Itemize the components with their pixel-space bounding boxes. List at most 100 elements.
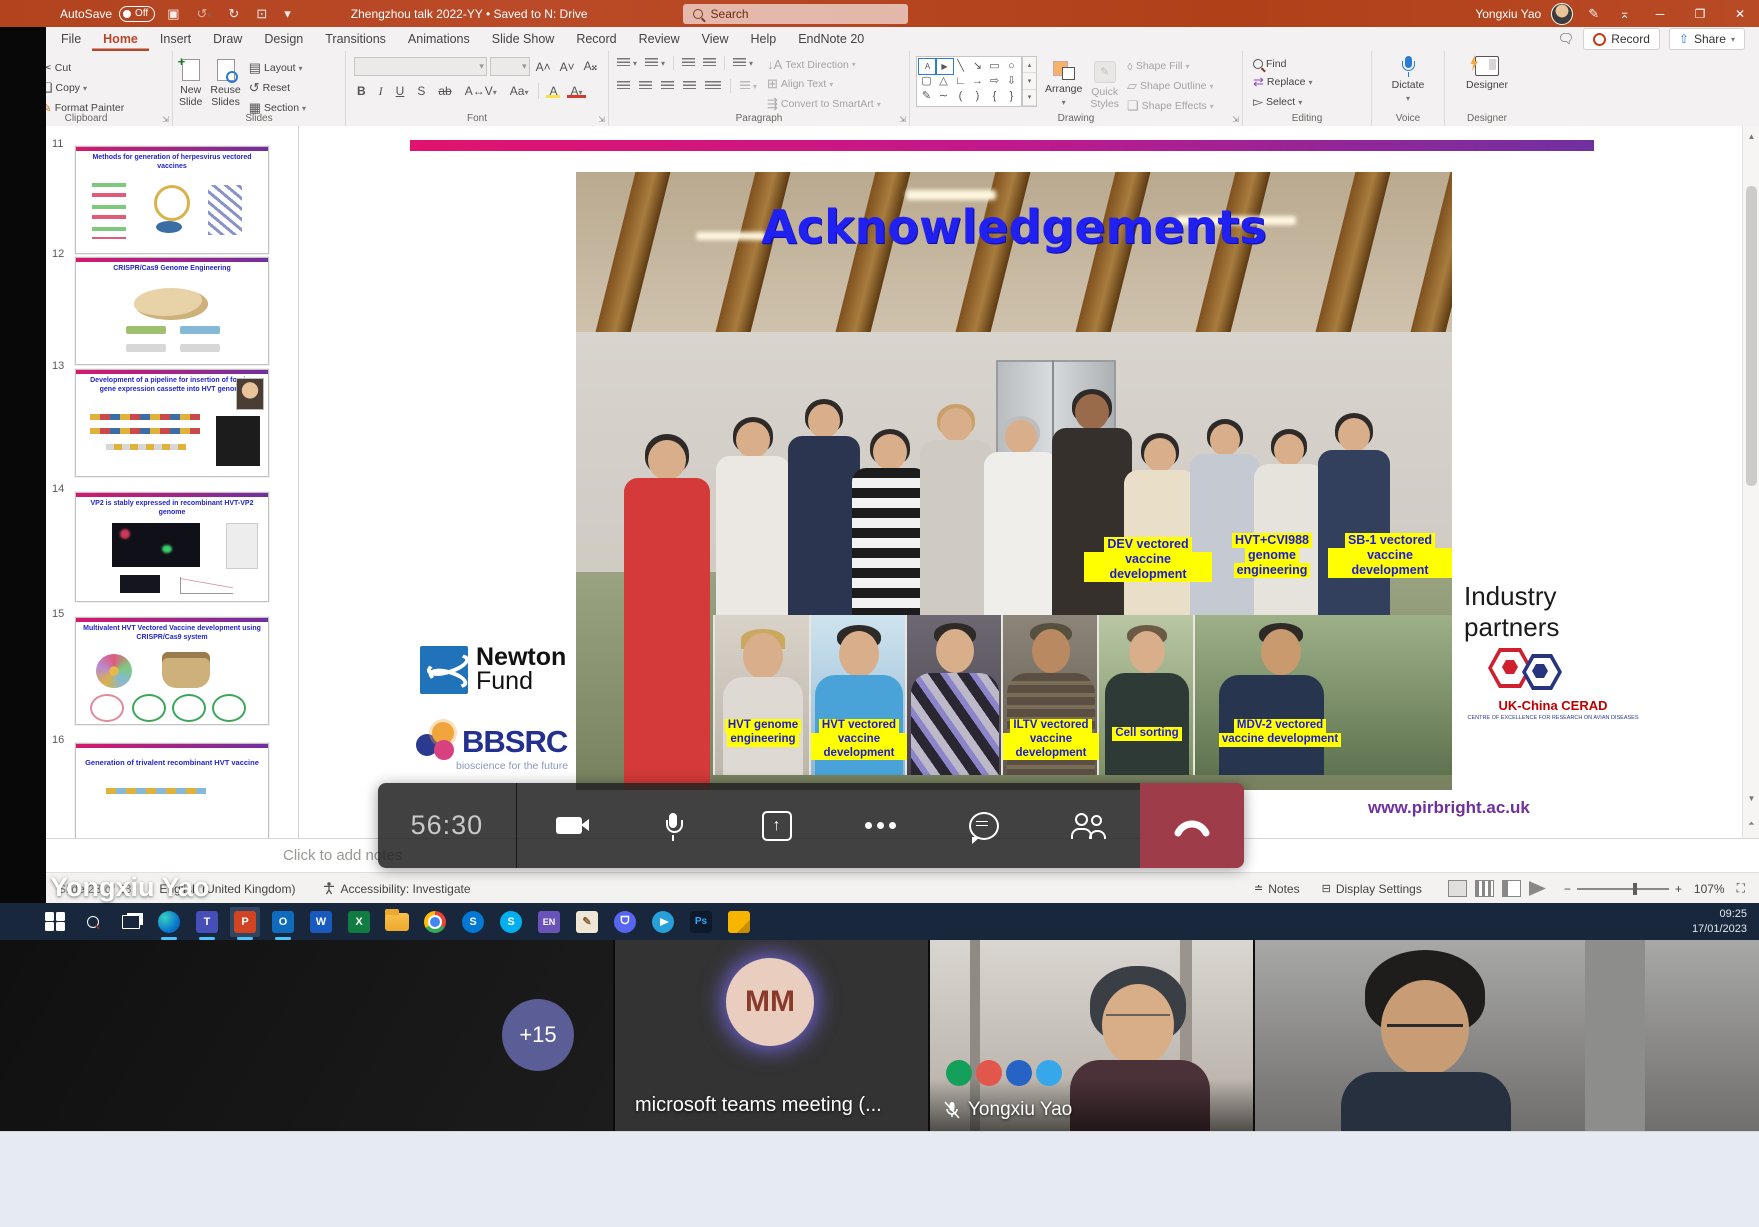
paragraph-dialog-launcher[interactable]: ⇲	[899, 115, 906, 124]
replace-button[interactable]: ⇄Replace▾	[1253, 74, 1361, 90]
dictate-button[interactable]: Dictate▾	[1372, 51, 1444, 103]
align-center-button[interactable]	[639, 81, 652, 91]
align-left-button[interactable]	[617, 81, 630, 91]
tab-view[interactable]: View	[691, 27, 740, 51]
slide-thumbnail-11[interactable]: Methods for generation of herpesvirus ve…	[75, 146, 269, 254]
slide-thumbnail-14[interactable]: VP2 is stably expressed in recombinant H…	[75, 492, 269, 602]
accessibility-status[interactable]: Accessibility: Investigate	[323, 882, 470, 896]
record-button[interactable]: Record	[1583, 28, 1660, 50]
hang-up-button[interactable]	[1140, 783, 1244, 868]
font-name-combo[interactable]: ▾	[354, 57, 487, 76]
account-avatar[interactable]	[1551, 3, 1573, 25]
tab-record[interactable]: Record	[565, 27, 627, 51]
tab-help[interactable]: Help	[739, 27, 787, 51]
slideshow-view-button[interactable]	[1529, 881, 1546, 896]
shrink-font-button[interactable]: A˅	[557, 60, 578, 74]
font-dialog-launcher[interactable]: ⇲	[598, 115, 605, 124]
font-size-combo[interactable]: ▾	[490, 57, 530, 76]
shared-skype-icon[interactable]: S	[458, 907, 488, 937]
comments-icon[interactable]: 🗨	[1558, 31, 1575, 47]
shared-photoshop-icon[interactable]: Ps	[686, 907, 716, 937]
chat-button[interactable]	[932, 812, 1036, 840]
cut-button[interactable]: ✂Cut	[41, 60, 124, 76]
zoom-slider[interactable]	[1577, 888, 1669, 890]
text-direction-button[interactable]: ↓AText Direction▾	[767, 57, 881, 72]
notes-toggle[interactable]: ≐Notes	[1254, 882, 1300, 896]
arrange-button[interactable]: Arrange▾	[1045, 56, 1082, 107]
autosave-toggle[interactable]: Off	[119, 6, 155, 22]
shared-notes-app-icon[interactable]	[724, 907, 754, 937]
slide-thumbnail-13[interactable]: Development of a pipeline for insertion …	[75, 369, 269, 477]
shared-powerpoint-icon[interactable]: P	[230, 907, 260, 937]
shared-search-icon[interactable]	[78, 907, 108, 937]
video-tile-overflow[interactable]: +15	[0, 940, 613, 1131]
shared-excel-icon[interactable]: X	[344, 907, 374, 937]
layout-button[interactable]: ▤Layout▾	[249, 60, 306, 76]
shared-chrome-icon[interactable]	[420, 907, 450, 937]
zoom-level[interactable]: 107%	[1694, 882, 1725, 896]
tab-slide-show[interactable]: Slide Show	[481, 27, 566, 51]
pen-sparkle-icon[interactable]: ✎	[1588, 6, 1599, 22]
quick-styles-button[interactable]: ✎QuickStyles	[1090, 56, 1119, 110]
shapes-gallery[interactable]: A ▶ ╲↘ ▭○ ▢△ ∟→ ⇨⇩ ✎∼ () {}	[916, 56, 1022, 107]
video-tile-participant-2[interactable]	[1255, 940, 1759, 1131]
decrease-indent-button[interactable]	[682, 58, 695, 68]
redo-icon[interactable]: ↻	[228, 6, 239, 22]
account-name[interactable]: Yongxiu Yao	[1475, 7, 1541, 21]
shared-pen-app-icon[interactable]: ✎	[572, 907, 602, 937]
select-button[interactable]: ▻Select▾	[1253, 94, 1361, 110]
copy-button[interactable]: ❏Copy▾	[41, 80, 124, 96]
grow-font-button[interactable]: A˄	[533, 60, 554, 74]
ribbon-display-options-icon[interactable]: ⌅	[1619, 6, 1630, 22]
tab-review[interactable]: Review	[628, 27, 691, 51]
shared-start-button[interactable]	[40, 907, 70, 937]
minimize-button[interactable]: ─	[1645, 1, 1675, 27]
italic-button[interactable]: I	[376, 84, 386, 99]
shared-discord-icon[interactable]: ᗜ	[610, 907, 640, 937]
zoom-in-icon[interactable]: +	[1675, 882, 1682, 896]
strikethrough-button[interactable]: ab	[435, 84, 454, 98]
shared-endnote-icon[interactable]: EN	[534, 907, 564, 937]
convert-smartart-button[interactable]: ⇶Convert to SmartArt▾	[767, 96, 881, 112]
tray-overflow-icon[interactable]	[1006, 1060, 1032, 1086]
tab-home[interactable]: Home	[92, 27, 149, 51]
font-color-button[interactable]: A▾	[567, 84, 585, 98]
line-spacing-button[interactable]: ▾	[733, 58, 753, 68]
slide-sorter-view-button[interactable]	[1475, 880, 1494, 897]
new-slide-button[interactable]: +NewSlide	[179, 54, 202, 108]
slide-thumbnail-16[interactable]: Generation of trivalent recombinant HVT …	[75, 743, 269, 838]
zoom-control[interactable]: − +	[1564, 882, 1682, 896]
reading-view-button[interactable]	[1502, 880, 1521, 897]
scroll-up-icon[interactable]: ▲	[1743, 128, 1759, 144]
shadow-button[interactable]: S	[414, 84, 428, 98]
shared-task-view-icon[interactable]	[116, 907, 146, 937]
shared-teams-icon[interactable]: T	[192, 907, 222, 937]
undo-icon[interactable]: ↺▾	[197, 6, 212, 22]
fit-to-window-icon[interactable]: ⛶	[1737, 881, 1745, 896]
microphone-button[interactable]	[621, 813, 725, 839]
tab-endnote[interactable]: EndNote 20	[787, 27, 875, 51]
reuse-slides-button[interactable]: ReuseSlides	[210, 54, 240, 108]
shared-outlook-icon[interactable]: O	[268, 907, 298, 937]
shared-telegram-icon[interactable]	[648, 907, 678, 937]
shared-word-icon[interactable]: W	[306, 907, 336, 937]
customize-toolbar-icon[interactable]: ▾	[284, 6, 291, 22]
character-spacing-button[interactable]: A↔V▾	[462, 84, 500, 98]
shared-file-explorer-icon[interactable]	[382, 907, 412, 937]
video-tile-meeting[interactable]: MM microsoft teams meeting (...	[615, 940, 928, 1131]
slide-thumbnail-15[interactable]: Multivalent HVT Vectored Vaccine develop…	[75, 617, 269, 725]
video-tile-yongxiu[interactable]: Yongxiu Yao	[930, 940, 1253, 1131]
tray-overflow-icon[interactable]	[946, 1060, 972, 1086]
add-remove-columns-button[interactable]: ▾	[740, 81, 757, 91]
reset-button[interactable]: ↺Reset	[249, 80, 306, 96]
search-box[interactable]: Search	[683, 4, 908, 24]
shapes-gallery-scroll[interactable]: ▴▾▾	[1022, 56, 1037, 107]
tray-overflow-icon[interactable]	[1036, 1060, 1062, 1086]
close-button[interactable]: ✕	[1725, 1, 1755, 27]
numbering-button[interactable]: ▾	[645, 58, 665, 68]
shape-fill-button[interactable]: ⬨Shape Fill▾	[1127, 58, 1214, 74]
shared-skype-business-icon[interactable]: S	[496, 907, 526, 937]
slide-scrollbar[interactable]: ▲ ▼ ⏶ ⏷	[1742, 126, 1759, 872]
shape-effects-button[interactable]: ❑Shape Effects▾	[1127, 98, 1214, 114]
drawing-dialog-launcher[interactable]: ⇲	[1232, 115, 1239, 124]
